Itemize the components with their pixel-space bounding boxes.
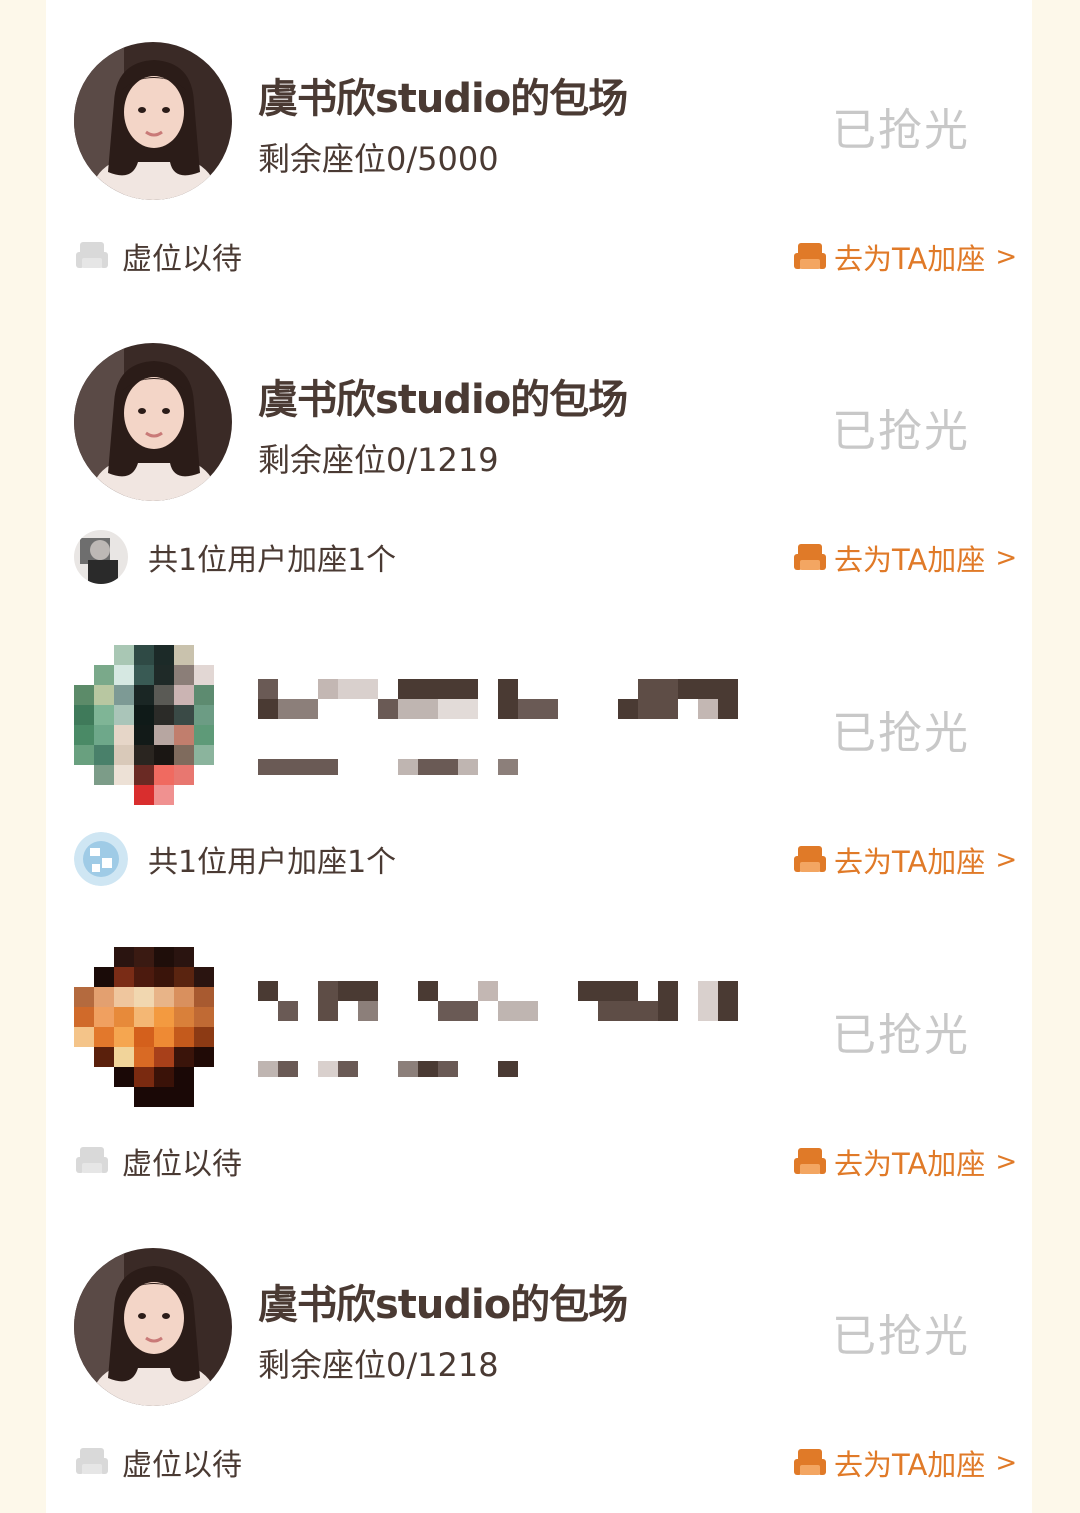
sofa-orange-icon [794, 846, 826, 872]
avatar-pixelated[interactable] [74, 645, 232, 805]
sofa-orange-icon [794, 544, 826, 570]
add-seat-link[interactable]: 去为TA加座 > [792, 1440, 1017, 1486]
add-seat-link[interactable]: 去为TA加座 > [792, 837, 1017, 883]
avatar[interactable] [74, 1248, 232, 1406]
sofa-gray-icon [76, 242, 108, 268]
sofa-gray-icon [76, 1147, 108, 1173]
add-seat-link[interactable]: 去为TA加座 > [792, 1139, 1017, 1185]
remaining-seats: 剩余座位0/5000 [258, 140, 499, 178]
user-avatar[interactable] [74, 832, 128, 886]
chevron-right-icon: > [995, 1147, 1018, 1177]
pixelated-title [258, 971, 758, 1095]
sold-out-label: 已抢光 [832, 105, 970, 156]
chevron-right-icon: > [995, 543, 1018, 573]
footer-text: 共1位用户加座1个 [148, 845, 397, 880]
add-seat-label: 去为TA加座 [834, 242, 986, 276]
add-seat-label: 去为TA加座 [834, 1448, 986, 1482]
card[interactable]: 虞书欣studio的包场 剩余座位0/5000 已抢光 虚位以待 去为TA加座 … [46, 0, 1032, 302]
pixelated-title [258, 669, 758, 793]
card[interactable]: 已抢光 虚位以待 去为TA加座 > [46, 905, 1032, 1207]
card-title: 虞书欣studio的包场 [258, 377, 628, 423]
footer-text: 共1位用户加座1个 [148, 543, 397, 578]
add-seat-label: 去为TA加座 [834, 1147, 986, 1181]
chevron-right-icon: > [995, 845, 1018, 875]
card-footer: 虚位以待 [74, 1133, 242, 1189]
footer-text: 虚位以待 [122, 1448, 242, 1483]
sofa-orange-icon [794, 1449, 826, 1475]
avatar[interactable] [74, 42, 232, 200]
user-avatar[interactable] [74, 530, 128, 584]
remaining-seats: 剩余座位0/1218 [258, 1346, 499, 1384]
chevron-right-icon: > [995, 242, 1018, 272]
sold-out-label: 已抢光 [832, 1010, 970, 1061]
sold-out-label: 已抢光 [832, 708, 970, 759]
sold-out-label: 已抢光 [832, 406, 970, 457]
card[interactable]: 虞书欣studio的包场 剩余座位0/1219 已抢光 共1位用户加座1个 去为… [46, 301, 1032, 603]
remaining-seats: 剩余座位0/1219 [258, 441, 499, 479]
card[interactable]: 已抢光 共1位用户加座1个 去为TA加座 > [46, 603, 1032, 905]
card-title: 虞书欣studio的包场 [258, 76, 628, 122]
chevron-right-icon: > [995, 1448, 1018, 1478]
card-title: 虞书欣studio的包场 [258, 1282, 628, 1328]
sofa-gray-icon [76, 1448, 108, 1474]
add-seat-link[interactable]: 去为TA加座 > [792, 535, 1017, 581]
avatar-pixelated[interactable] [74, 947, 232, 1107]
footer-text: 虚位以待 [122, 1147, 242, 1182]
card-footer: 共1位用户加座1个 [74, 831, 396, 887]
card-footer: 虚位以待 [74, 1434, 242, 1490]
sold-out-label: 已抢光 [832, 1311, 970, 1362]
seat-list-panel: 虞书欣studio的包场 剩余座位0/5000 已抢光 虚位以待 去为TA加座 … [46, 0, 1032, 1513]
card-footer: 虚位以待 [74, 228, 242, 284]
card[interactable]: 虞书欣studio的包场 剩余座位0/1218 已抢光 虚位以待 去为TA加座 … [46, 1206, 1032, 1508]
card-footer: 共1位用户加座1个 [74, 529, 396, 585]
add-seat-link[interactable]: 去为TA加座 > [792, 234, 1017, 280]
sofa-orange-icon [794, 1148, 826, 1174]
add-seat-label: 去为TA加座 [834, 845, 986, 879]
add-seat-label: 去为TA加座 [834, 543, 986, 577]
footer-text: 虚位以待 [122, 242, 242, 277]
avatar[interactable] [74, 343, 232, 501]
sofa-orange-icon [794, 243, 826, 269]
